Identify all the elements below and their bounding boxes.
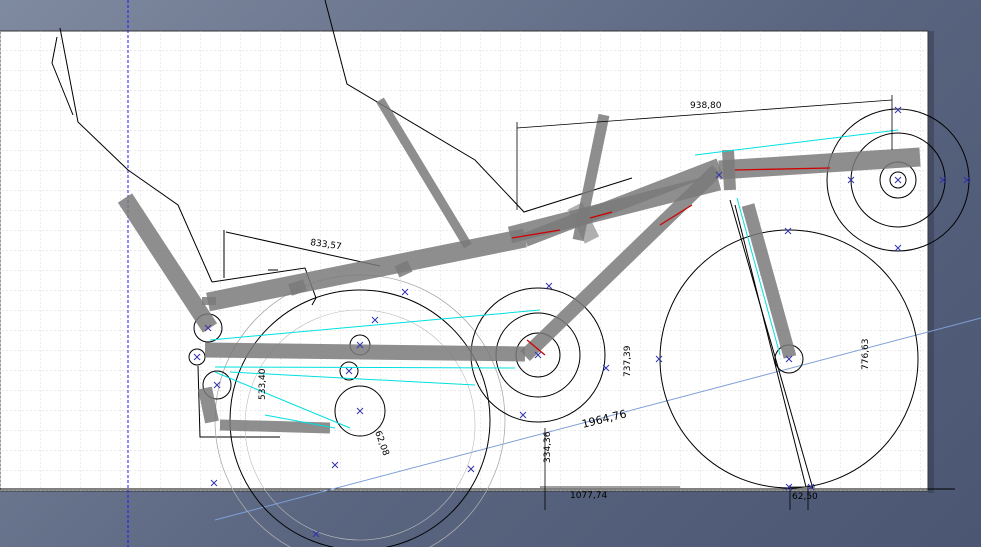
dim-bb-drop: 334,36 [543,431,553,463]
dim-mid-height: 737,39 [623,345,633,377]
dim-rear-height: 533,40 [258,368,268,400]
dim-front-wheel-dia: 776,63 [861,339,871,371]
dim-ground-length: 1077,74 [570,491,607,501]
cad-viewport[interactable]: 938,80 833,57 1964,76 1077,74 62,50 776,… [0,0,981,547]
dim-top-span: 938,80 [690,101,722,111]
dim-trail: 62,50 [792,492,818,502]
